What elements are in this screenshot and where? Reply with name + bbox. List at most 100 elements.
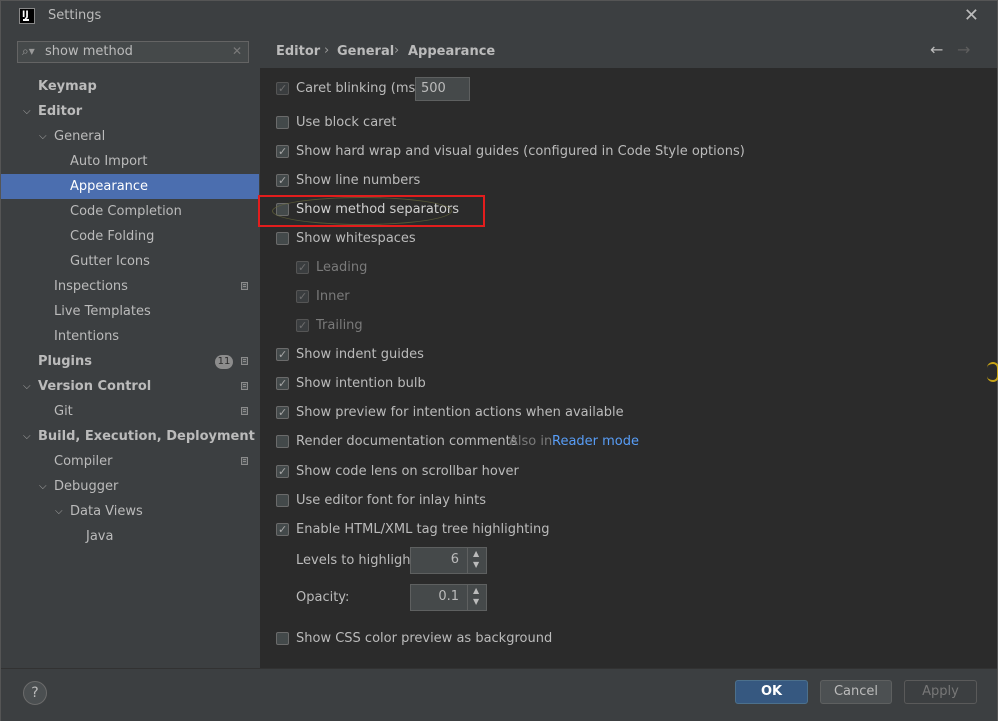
help-button[interactable]: ? <box>23 681 47 705</box>
breadcrumb-separator-icon: › <box>324 43 330 58</box>
tree-item-intentions[interactable]: Intentions <box>1 324 259 349</box>
spinner-up-icon[interactable]: ▲ <box>473 586 479 595</box>
chevron-down-icon[interactable]: ⌵ <box>39 124 49 149</box>
tree-item-debugger[interactable]: ⌵ Debugger <box>1 474 259 499</box>
opacity-spinner-buttons[interactable]: ▲ ▼ <box>467 585 486 610</box>
clear-search-icon[interactable]: ✕ <box>232 44 242 58</box>
tree-item-label: Code Completion <box>70 204 182 219</box>
tree-item-editor[interactable]: ⌵ Editor <box>1 99 259 124</box>
tree-item-live-templates[interactable]: Live Templates <box>1 299 259 324</box>
caret-blinking-checkbox[interactable] <box>276 80 289 98</box>
project-settings-icon <box>241 357 248 365</box>
opacity-spinner[interactable]: 0.1 ▲ ▼ <box>410 584 487 611</box>
spinner-down-icon[interactable]: ▼ <box>473 560 479 569</box>
tree-item-label: Debugger <box>54 479 119 494</box>
intention-bulb-checkbox[interactable] <box>276 375 289 393</box>
reader-mode-link[interactable]: Reader mode <box>552 433 639 451</box>
opacity-label: Opacity: <box>296 590 350 605</box>
tree-item-label: Plugins <box>38 354 92 369</box>
hover-focus-ring <box>272 197 452 225</box>
tree-item-appearance[interactable]: Appearance <box>1 174 259 199</box>
levels-value[interactable]: 6 <box>451 552 459 567</box>
tree-item-label: Git <box>54 404 73 419</box>
editor-font-inlay-checkbox[interactable] <box>276 494 289 507</box>
render-docs-checkbox[interactable] <box>276 435 289 448</box>
edge-marker <box>987 362 998 382</box>
inner-label: Inner <box>316 289 350 304</box>
inner-checkbox[interactable] <box>296 288 309 306</box>
tree-item-label: Intentions <box>54 329 120 344</box>
tree-item-code-folding[interactable]: Code Folding <box>1 224 259 249</box>
tree-item-label: Gutter Icons <box>70 254 150 269</box>
tree-item-label: Editor <box>38 104 83 119</box>
tag-tree-checkbox[interactable] <box>276 521 289 539</box>
chevron-down-icon[interactable]: ⌵ <box>55 499 65 524</box>
back-arrow-icon[interactable]: ← <box>930 40 943 59</box>
chevron-down-icon[interactable]: ⌵ <box>23 99 33 124</box>
search-query[interactable]: show method <box>45 44 133 59</box>
caret-blinking-field[interactable]: 500 <box>415 77 470 101</box>
leading-checkbox[interactable] <box>296 259 309 277</box>
tree-item-git[interactable]: Git <box>1 399 259 424</box>
code-lens-checkbox[interactable] <box>276 463 289 481</box>
appearance-panel: Caret blinking (ms): 500 Use block caret… <box>260 68 997 668</box>
project-settings-icon <box>241 282 248 290</box>
breadcrumb-item[interactable]: Editor <box>276 44 320 59</box>
close-icon[interactable]: ✕ <box>964 5 979 26</box>
opacity-value[interactable]: 0.1 <box>438 589 459 604</box>
spinner-up-icon[interactable]: ▲ <box>473 549 479 558</box>
hard-wrap-label: Show hard wrap and visual guides (config… <box>296 144 745 159</box>
project-settings-icon <box>241 457 248 465</box>
app-icon-text: IJ <box>22 10 29 20</box>
settings-window: IJ Settings ✕ ⌕▾ show method ✕ Keymap ⌵ … <box>0 0 998 721</box>
tree-item-label: Build, Execution, Deployment <box>38 429 255 444</box>
preview-intention-checkbox[interactable] <box>276 404 289 422</box>
intention-bulb-label: Show intention bulb <box>296 376 426 391</box>
ok-button[interactable]: OK <box>735 680 808 704</box>
trailing-label: Trailing <box>316 318 363 333</box>
whitespaces-checkbox[interactable] <box>276 232 289 245</box>
block-caret-checkbox[interactable] <box>276 116 289 129</box>
chevron-down-icon[interactable]: ⌵ <box>23 374 33 399</box>
preview-intention-label: Show preview for intention actions when … <box>296 405 624 420</box>
tree-item-code-completion[interactable]: Code Completion <box>1 199 259 224</box>
forward-arrow-icon[interactable]: → <box>957 40 970 59</box>
tree-item-plugins[interactable]: Plugins 11 <box>1 349 259 374</box>
cancel-button[interactable]: Cancel <box>820 680 892 704</box>
tree-item-label: Compiler <box>54 454 113 469</box>
tree-item-data-views[interactable]: ⌵ Data Views <box>1 499 259 524</box>
tree-item-label: Appearance <box>70 179 149 194</box>
tree-item-label: Code Folding <box>70 229 155 244</box>
trailing-checkbox[interactable] <box>296 317 309 335</box>
css-color-preview-checkbox[interactable] <box>276 632 289 645</box>
title-bar: IJ Settings ✕ <box>1 1 997 32</box>
project-settings-icon <box>241 407 248 415</box>
leading-label: Leading <box>316 260 368 275</box>
search-input[interactable]: ⌕▾ show method ✕ <box>17 41 249 63</box>
breadcrumb: Editor › General › Appearance ← → <box>260 32 997 69</box>
tree-item-auto-import[interactable]: Auto Import <box>1 149 259 174</box>
hard-wrap-checkbox[interactable] <box>276 143 289 161</box>
chevron-down-icon[interactable]: ⌵ <box>23 424 33 449</box>
spinner-down-icon[interactable]: ▼ <box>473 597 479 606</box>
indent-guides-checkbox[interactable] <box>276 346 289 364</box>
breadcrumb-item[interactable]: General <box>337 44 394 59</box>
tree-item-inspections[interactable]: Inspections <box>1 274 259 299</box>
apply-button[interactable]: Apply <box>904 680 977 704</box>
tree-item-label: Data Views <box>70 504 143 519</box>
tree-item-version-control[interactable]: ⌵ Version Control <box>1 374 259 399</box>
tree-item-compiler[interactable]: Compiler <box>1 449 259 474</box>
tree-item-build-execution-deployment[interactable]: ⌵ Build, Execution, Deployment <box>1 424 259 449</box>
tree-item-java[interactable]: Java <box>1 524 259 549</box>
levels-spinner-buttons[interactable]: ▲ ▼ <box>467 548 486 573</box>
tree-item-keymap[interactable]: Keymap <box>1 74 259 99</box>
tree-item-general[interactable]: ⌵ General <box>1 124 259 149</box>
tree-item-label: Inspections <box>54 279 128 294</box>
tree-item-gutter-icons[interactable]: Gutter Icons <box>1 249 259 274</box>
levels-spinner[interactable]: 6 ▲ ▼ <box>410 547 487 574</box>
line-numbers-checkbox[interactable] <box>276 172 289 190</box>
dialog-footer: ? OK Cancel Apply <box>1 668 997 721</box>
tree-item-label: Java <box>86 529 114 544</box>
chevron-down-icon[interactable]: ⌵ <box>39 474 49 499</box>
css-color-preview-label: Show CSS color preview as background <box>296 631 553 646</box>
